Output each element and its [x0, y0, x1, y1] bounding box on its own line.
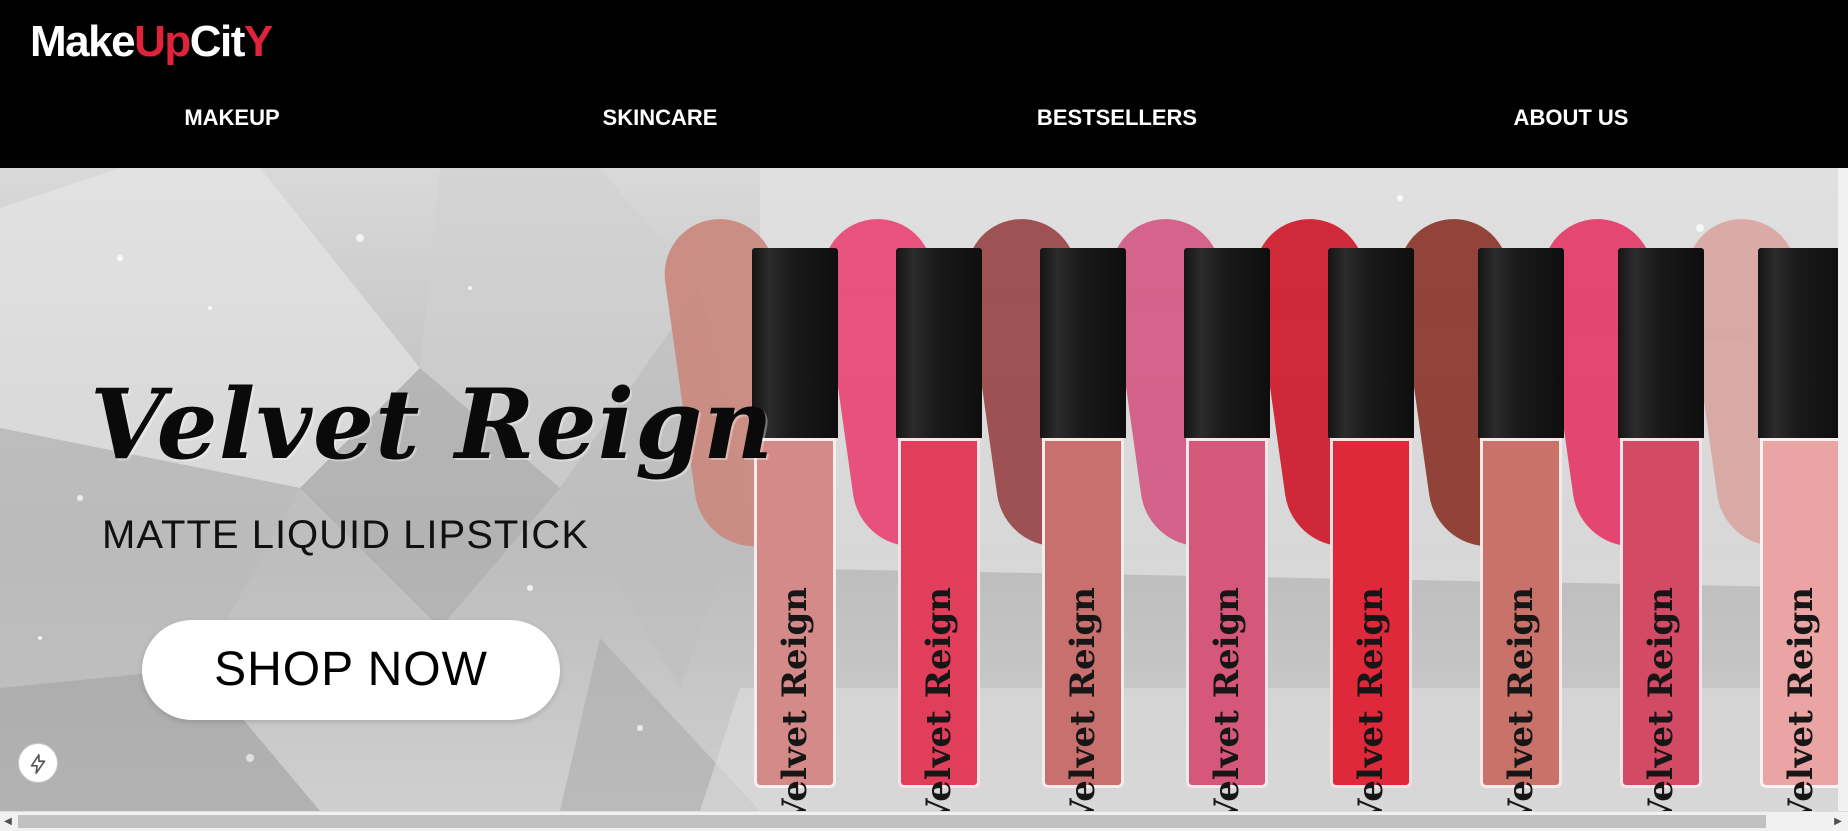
- tube-label: Velvet Reign: [1207, 586, 1247, 811]
- nav-item-makeup[interactable]: MAKEUP: [184, 100, 279, 136]
- tube-body: Velvet Reign: [1760, 438, 1842, 811]
- tube-cap: [896, 248, 982, 438]
- logo-part-y: Y: [243, 17, 273, 66]
- tube-body: Velvet Reign: [1186, 438, 1268, 811]
- tube-cap: [1328, 248, 1414, 438]
- tube-body: Velvet Reign: [1620, 438, 1702, 811]
- hero-subtitle: MATTE LIQUID LIPSTICK: [102, 513, 589, 557]
- site-logo[interactable]: MakeUpCitY: [30, 17, 273, 66]
- tube-label: Velvet Reign: [1063, 586, 1103, 811]
- tube-cap: [1618, 248, 1704, 438]
- hero-banner[interactable]: Velvet Reign Velvet Reign Velvet Reign V…: [0, 168, 1848, 811]
- tube-cap: [1758, 248, 1844, 438]
- lightning-icon[interactable]: [18, 743, 58, 783]
- nav-item-skincare[interactable]: SKINCARE: [603, 100, 718, 136]
- tube-body: Velvet Reign: [1042, 438, 1124, 811]
- tube-cap: [1040, 248, 1126, 438]
- tube-body: Velvet Reign: [1480, 438, 1562, 811]
- tube-label: Velvet Reign: [1501, 586, 1541, 811]
- scroll-left-arrow-icon[interactable]: ◀: [0, 812, 16, 831]
- scrollbar-thumb[interactable]: [18, 815, 1766, 828]
- scroll-right-arrow-icon[interactable]: ▶: [1830, 812, 1846, 831]
- tube-label: Velvet Reign: [1641, 586, 1681, 811]
- logo-part-make: Make: [30, 17, 136, 66]
- tube-label: Velvet Reign: [919, 586, 959, 811]
- site-header: MakeUpCitY MAKEUP SKINCARE BESTSELLERS A…: [0, 0, 1848, 168]
- tube-label: Velvet Reign: [1781, 586, 1821, 811]
- nav-item-about-us[interactable]: ABOUT US: [1514, 100, 1629, 136]
- tube-label: Velvet Reign: [775, 586, 815, 811]
- tube-label: Velvet Reign: [1351, 586, 1391, 811]
- tube-cap: [1184, 248, 1270, 438]
- logo-part-up: Up: [134, 17, 191, 66]
- nav-item-bestsellers[interactable]: BESTSELLERS: [1037, 100, 1197, 136]
- page: MakeUpCitY MAKEUP SKINCARE BESTSELLERS A…: [0, 0, 1848, 831]
- horizontal-scrollbar[interactable]: ◀ ▶: [0, 811, 1848, 831]
- shop-now-button[interactable]: SHOP NOW: [142, 620, 560, 720]
- tube-cap: [1478, 248, 1564, 438]
- logo-part-cit: Cit: [189, 17, 246, 66]
- tube-body: Velvet Reign: [898, 438, 980, 811]
- vertical-scrollbar[interactable]: [1838, 168, 1848, 811]
- tube-body: Velvet Reign: [754, 438, 836, 811]
- tube-body: Velvet Reign: [1330, 438, 1412, 811]
- main-nav: MAKEUP SKINCARE BESTSELLERS ABOUT US: [0, 100, 1848, 136]
- hero-title: Velvet Reign: [90, 368, 775, 481]
